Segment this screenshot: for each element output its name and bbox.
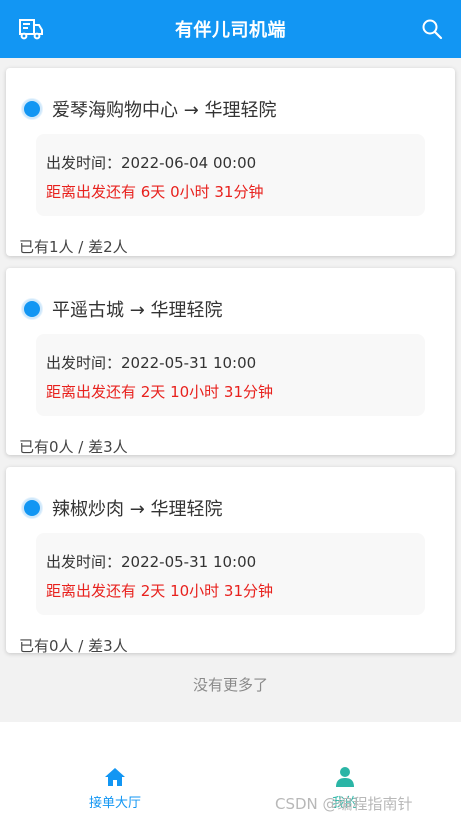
depart-time: 出发时间：2022-06-04 00:00 xyxy=(46,154,257,172)
countdown-text: 距离出发还有 2天 10小时 31分钟 xyxy=(46,383,274,401)
home-icon xyxy=(105,768,125,786)
info-box: 出发时间：2022-05-31 10:00 距离出发还有 2天 10小时 31分… xyxy=(36,533,425,615)
no-more-text: 没有更多了 xyxy=(192,676,268,694)
route-text: 爱琴海购物中心 → 华理轻院 xyxy=(52,100,277,121)
order-card[interactable]: 平遥古城 → 华理轻院 出发时间：2022-05-31 10:00 距离出发还有… xyxy=(6,268,455,456)
countdown-text: 距离出发还有 6天 0小时 31分钟 xyxy=(46,183,264,201)
top-navbar: 有伴儿司机端 xyxy=(0,0,461,58)
depart-time: 出发时间：2022-05-31 10:00 xyxy=(46,553,257,571)
route-row: 辣椒炒肉 → 华理轻院 xyxy=(22,495,223,521)
route-dot-icon xyxy=(22,99,42,119)
route-dot-icon xyxy=(22,498,42,518)
info-box: 出发时间：2022-05-31 10:00 距离出发还有 2天 10小时 31分… xyxy=(36,334,425,416)
tab-home-label: 接单大厅 xyxy=(88,796,141,811)
seats-status: 已有0人 / 差3人 xyxy=(19,637,128,655)
route-row: 平遥古城 → 华理轻院 xyxy=(22,296,223,322)
seats-status: 已有0人 / 差3人 xyxy=(19,438,128,456)
search-icon[interactable] xyxy=(421,18,443,40)
user-icon xyxy=(336,767,354,787)
route-row: 爱琴海购物中心 → 华理轻院 xyxy=(22,96,277,122)
countdown-text: 距离出发还有 2天 10小时 31分钟 xyxy=(46,582,274,600)
route-text: 平遥古城 → 华理轻院 xyxy=(52,300,223,321)
depart-time: 出发时间：2022-05-31 10:00 xyxy=(46,354,257,372)
seats-status: 已有1人 / 差2人 xyxy=(19,238,128,256)
order-card[interactable]: 辣椒炒肉 → 华理轻院 出发时间：2022-05-31 10:00 距离出发还有… xyxy=(6,467,455,655)
tab-home[interactable]: 接单大厅 xyxy=(55,766,175,811)
car-list-icon[interactable] xyxy=(18,17,44,41)
route-dot-icon xyxy=(22,299,42,319)
info-box: 出发时间：2022-06-04 00:00 距离出发还有 6天 0小时 31分钟 xyxy=(36,134,425,216)
route-text: 辣椒炒肉 → 华理轻院 xyxy=(52,499,223,520)
page-title: 有伴儿司机端 xyxy=(175,20,286,41)
watermark-text: CSDN @编程指南针 xyxy=(275,795,413,813)
order-card[interactable]: 爱琴海购物中心 → 华理轻院 出发时间：2022-06-04 00:00 距离出… xyxy=(6,68,455,256)
